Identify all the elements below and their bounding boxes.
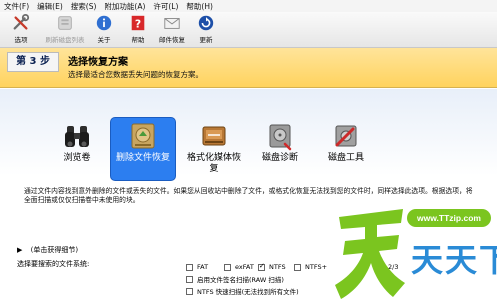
raw-scan-checkbox[interactable]: 启用文件签名扫描(RAW 扫描) xyxy=(186,274,284,284)
envelope-icon xyxy=(164,18,180,29)
options-button[interactable]: 选项 xyxy=(3,14,39,44)
exfat-checkbox[interactable]: exFAT xyxy=(224,263,254,271)
help-label: 帮助 xyxy=(131,36,145,44)
ntfs-plus-checkbox-box[interactable] xyxy=(294,263,301,271)
recycle-drive-icon xyxy=(131,123,155,149)
expand-triangle-icon: ▶ xyxy=(17,246,23,254)
update-label: 更新 xyxy=(199,36,213,44)
app-window: 文件(F) 编辑(E) 搜索(S) 附加功能(A) 许可(L) 帮助(H) 选项… xyxy=(0,0,497,306)
help-icon: ? xyxy=(131,15,145,31)
exfat-label: exFAT xyxy=(235,263,254,271)
raw-scan-label: 启用文件签名扫描(RAW 扫描) xyxy=(197,276,284,284)
option-deleted-file-recovery-label: 删除文件恢复 xyxy=(115,153,170,163)
help-button[interactable]: ? 帮助 xyxy=(120,14,156,44)
fat-checkbox-box[interactable] xyxy=(186,263,193,271)
binoculars-icon xyxy=(65,126,89,147)
toolbar: 选项 刷新磁盘列表 关于 ? 帮助 邮件恢复 更新 xyxy=(0,12,497,48)
option-browse-volume-label: 浏览卷 xyxy=(63,153,91,163)
drive-list-icon xyxy=(58,16,72,30)
option-disk-diagnostics[interactable]: 磁盘诊断 xyxy=(247,118,313,178)
watermark-name: 天天下载 xyxy=(411,241,497,279)
option-deleted-file-recovery[interactable]: 删除文件恢复 xyxy=(110,117,176,181)
watermark: www.TTzip.com 天天下载 xyxy=(327,193,497,306)
option-disk-tools-label: 磁盘工具 xyxy=(327,153,364,163)
step-number: 第 3 步 xyxy=(7,52,59,72)
wrench-screwdriver-icon xyxy=(13,14,30,30)
menu-search[interactable]: 搜索(S) xyxy=(71,1,97,12)
menu-edit[interactable]: 编辑(E) xyxy=(37,1,63,12)
fat-checkbox[interactable]: FAT xyxy=(186,263,208,271)
drive-list-label: 刷新磁盘列表 xyxy=(45,36,85,44)
option-browse-volume[interactable]: 浏览卷 xyxy=(44,118,110,178)
watermark-url: www.TTzip.com xyxy=(407,209,491,227)
update-button[interactable]: 更新 xyxy=(188,14,224,44)
details-toggle[interactable]: ▶ (单击获得细节) xyxy=(17,245,78,255)
exfat-checkbox-box[interactable] xyxy=(224,263,231,271)
options-label: 选项 xyxy=(14,36,28,44)
menu-help[interactable]: 帮助(H) xyxy=(186,1,213,12)
update-icon xyxy=(198,15,214,31)
filesystem-label: 选择要搜索的文件系统: xyxy=(17,260,90,268)
step-title: 选择恢复方案 xyxy=(68,57,128,68)
mail-recovery-label: 邮件恢复 xyxy=(159,36,185,44)
option-disk-tools[interactable]: 磁盘工具 xyxy=(313,118,379,178)
details-toggle-label: (单击获得细节) xyxy=(30,246,79,254)
disk-diagnostic-icon xyxy=(269,124,292,151)
ntfs-plus-label: NTFS+ xyxy=(305,263,328,271)
disk-tools-icon xyxy=(335,125,357,147)
step-header: 第 3 步 选择恢复方案 选择最适合您数据丢失问题的恢复方案。 xyxy=(0,48,497,88)
ntfs-quick-scan-checkbox[interactable]: NTFS 快速扫描(无法找到所有文件) xyxy=(186,286,299,296)
ttzip-logo-icon xyxy=(335,209,405,299)
step-subtitle: 选择最适合您数据丢失问题的恢复方案。 xyxy=(68,70,203,79)
menu-addons[interactable]: 附加功能(A) xyxy=(104,1,145,12)
option-disk-diagnostics-label: 磁盘诊断 xyxy=(261,153,298,163)
svg-text:?: ? xyxy=(135,18,141,31)
menu-license[interactable]: 许可(L) xyxy=(153,1,178,12)
about-button[interactable]: 关于 xyxy=(86,14,122,44)
ntfs-quick-scan-checkbox-box[interactable] xyxy=(186,287,193,295)
format-drive-icon xyxy=(202,126,226,146)
about-label: 关于 xyxy=(97,36,111,44)
ntfs-checkbox-box[interactable] xyxy=(258,262,265,271)
info-icon xyxy=(96,15,112,31)
menu-file[interactable]: 文件(F) xyxy=(4,1,29,12)
option-formatted-media-recovery-label: 格式化媒体恢复 xyxy=(186,153,241,174)
ntfs-quick-scan-label: NTFS 快速扫描(无法找到所有文件) xyxy=(197,288,299,296)
refresh-drive-list-button[interactable]: 刷新磁盘列表 xyxy=(40,14,90,44)
option-formatted-media-recovery[interactable]: 格式化媒体恢复 xyxy=(181,118,247,178)
ntfs-checkbox[interactable]: NTFS xyxy=(258,262,286,271)
fat-label: FAT xyxy=(197,263,209,271)
raw-scan-checkbox-box[interactable] xyxy=(186,275,193,283)
ntfs-label: NTFS xyxy=(269,263,286,271)
mail-recovery-button[interactable]: 邮件恢复 xyxy=(154,14,190,44)
ntfs-plus-checkbox[interactable]: NTFS+ xyxy=(294,263,327,271)
menu-bar: 文件(F) 编辑(E) 搜索(S) 附加功能(A) 许可(L) 帮助(H) xyxy=(0,0,497,12)
